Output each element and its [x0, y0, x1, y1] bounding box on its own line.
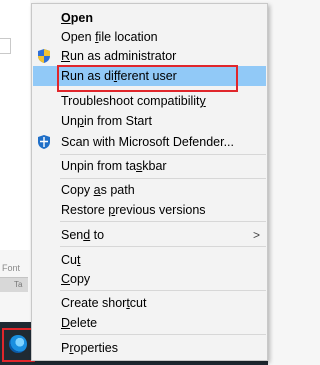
menu-item-label: Open [61, 11, 93, 25]
menu-item-open-file-location[interactable]: Open file location [33, 27, 266, 47]
menu-item-run-as-administrator[interactable]: Run as administrator [33, 46, 266, 66]
background-font-label: Font [2, 263, 21, 273]
menu-item-delete[interactable]: Delete [33, 313, 266, 333]
menu-item-label: Copy [61, 272, 91, 286]
menu-separator [60, 154, 266, 155]
menu-item-run-as-different-user[interactable]: Run as different user [33, 66, 266, 86]
background-tab: Ta [0, 277, 28, 292]
menu-separator [60, 178, 266, 179]
menu-item-copy[interactable]: Copy [33, 269, 266, 289]
menu-item-open[interactable]: Open [33, 8, 266, 28]
menu-item-unpin-from-taskbar[interactable]: Unpin from taskbar [33, 156, 266, 176]
menu-item-label: Unpin from taskbar [61, 159, 167, 173]
menu-item-label: Unpin from Start [61, 114, 153, 128]
menu-item-unpin-from-start[interactable]: Unpin from Start [33, 111, 266, 131]
menu-item-label: Send to [61, 228, 105, 242]
menu-item-copy-as-path[interactable]: Copy as path [33, 180, 266, 200]
menu-item-label: Open file location [61, 30, 158, 44]
background-checkbox [0, 38, 11, 54]
menu-item-label: Create shortcut [61, 296, 147, 310]
chevron-right-icon: > [252, 228, 260, 242]
menu-item-label: Properties [61, 341, 118, 355]
menu-separator [60, 221, 266, 222]
menu-item-properties[interactable]: Properties [33, 338, 266, 358]
menu-separator [60, 246, 266, 247]
menu-item-label: Run as different user [61, 69, 177, 83]
menu-item-restore-previous-versions[interactable]: Restore previous versions [33, 200, 266, 220]
menu-item-label: Cut [61, 253, 81, 267]
context-menu: Open Open file location Run as administr… [31, 3, 268, 361]
menu-item-label: Scan with Microsoft Defender... [61, 135, 234, 149]
menu-item-cut[interactable]: Cut [33, 250, 266, 270]
menu-item-label: Restore previous versions [61, 203, 206, 217]
menu-item-troubleshoot-compatibility[interactable]: Troubleshoot compatibility [33, 91, 266, 111]
menu-separator [60, 334, 266, 335]
uac-shield-icon [38, 49, 50, 63]
menu-item-label: Delete [61, 316, 98, 330]
background-tab-label: Ta [14, 280, 23, 289]
menu-item-send-to[interactable]: Send to > [33, 225, 266, 245]
defender-shield-icon [38, 135, 50, 149]
menu-item-scan-with-defender[interactable]: Scan with Microsoft Defender... [33, 132, 266, 152]
menu-item-label: Copy as path [61, 183, 135, 197]
menu-item-create-shortcut[interactable]: Create shortcut [33, 293, 266, 313]
menu-separator [60, 290, 266, 291]
menu-item-label: Troubleshoot compatibility [61, 94, 206, 108]
menu-item-label: Run as administrator [61, 49, 177, 63]
